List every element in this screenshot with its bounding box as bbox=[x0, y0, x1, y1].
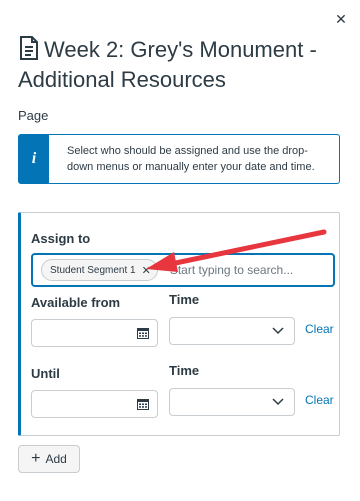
until-label: Until bbox=[31, 366, 60, 381]
document-icon bbox=[20, 36, 38, 60]
assign-search-input[interactable] bbox=[167, 262, 322, 278]
assign-to-input[interactable]: Student Segment 1 ✕ bbox=[31, 253, 335, 287]
time-label-from: Time bbox=[169, 292, 200, 307]
assign-card: Assign to Student Segment 1 ✕ Available … bbox=[18, 212, 340, 436]
available-from-label: Available from bbox=[31, 295, 121, 310]
available-from-time-select[interactable] bbox=[169, 317, 295, 345]
info-banner-text: Select who should be assigned and use th… bbox=[67, 145, 315, 173]
chevron-down-icon bbox=[272, 398, 284, 406]
page-title-text: Week 2: Grey's Monument - Additional Res… bbox=[18, 37, 317, 92]
close-button[interactable]: ✕ bbox=[334, 12, 348, 26]
assignee-token-label: Student Segment 1 bbox=[50, 264, 136, 276]
until-date-input[interactable] bbox=[31, 390, 158, 418]
plus-icon: + bbox=[31, 450, 41, 467]
chevron-down-icon bbox=[272, 327, 284, 335]
clear-until-link[interactable]: Clear bbox=[305, 393, 334, 407]
assignee-token[interactable]: Student Segment 1 ✕ bbox=[41, 259, 158, 281]
info-banner: i Select who should be assigned and use … bbox=[18, 134, 340, 184]
add-assignment-button[interactable]: + Add bbox=[18, 445, 80, 473]
calendar-icon[interactable] bbox=[137, 398, 149, 410]
page-title: Week 2: Grey's Monument - Additional Res… bbox=[18, 35, 338, 95]
info-icon: i bbox=[19, 135, 49, 183]
until-time-select[interactable] bbox=[169, 388, 295, 416]
clear-available-from-link[interactable]: Clear bbox=[305, 322, 334, 336]
calendar-icon[interactable] bbox=[137, 327, 149, 339]
assign-to-tray: ✕ Week 2: Grey's Monument - Additional R… bbox=[0, 0, 360, 501]
item-type-label: Page bbox=[18, 108, 49, 123]
time-label-until: Time bbox=[169, 363, 200, 378]
assign-to-label: Assign to bbox=[31, 231, 91, 246]
tray-header: Week 2: Grey's Monument - Additional Res… bbox=[18, 35, 338, 95]
add-button-label: Add bbox=[45, 452, 67, 466]
available-from-date-input[interactable] bbox=[31, 319, 158, 347]
remove-token-icon[interactable]: ✕ bbox=[142, 264, 151, 277]
